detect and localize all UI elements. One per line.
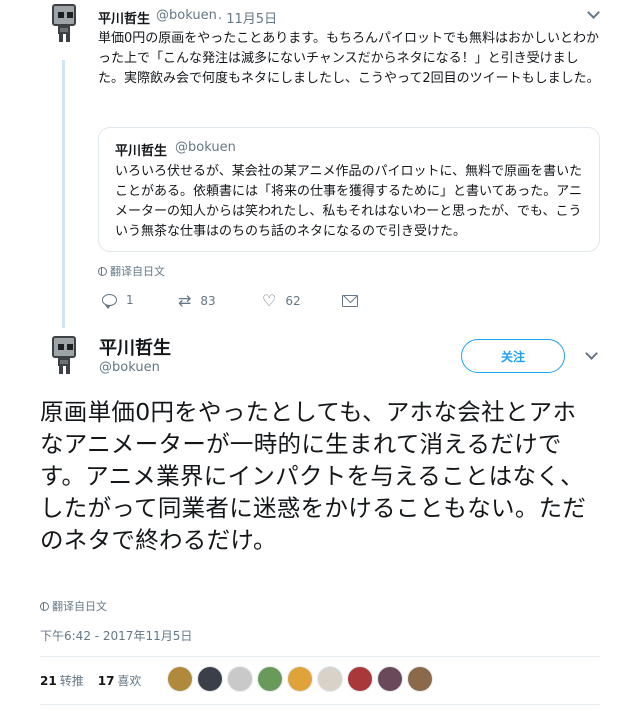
chevron-down-icon[interactable] xyxy=(587,6,600,19)
reply-icon xyxy=(102,294,117,309)
globe-icon xyxy=(40,601,49,611)
follow-button[interactable]: 关注 xyxy=(461,339,565,373)
parent-tweet-date[interactable]: · 11月5日 xyxy=(218,8,277,27)
quoted-tweet[interactable]: 平川哲生 @bokuen いろいろ伏せるが、某会社の某アニメ作品のパイロットに、… xyxy=(98,127,600,252)
thread-line xyxy=(62,60,65,328)
quoted-tweet-text: いろいろ伏せるが、某会社の某アニメ作品のパイロットに、無料で原画を書いたことがあ… xyxy=(115,164,583,239)
retweet-icon: ⇄ xyxy=(178,291,192,310)
liker-avatars xyxy=(167,666,433,692)
avatar[interactable] xyxy=(46,2,86,42)
liker-avatar[interactable] xyxy=(197,666,223,692)
parent-author-handle[interactable]: @bokuen xyxy=(156,8,217,23)
retweet-button[interactable]: ⇄ 83 xyxy=(178,293,216,309)
envelope-icon xyxy=(342,295,358,307)
translate-link[interactable]: 翻译自日文 xyxy=(40,598,107,614)
reply-count: 1 xyxy=(126,293,134,307)
heart-icon: ♡ xyxy=(262,291,277,310)
robot-avatar-icon xyxy=(52,336,76,358)
quoted-author-handle: @bokuen xyxy=(175,140,236,155)
liker-avatar[interactable] xyxy=(227,666,253,692)
avatar[interactable] xyxy=(46,334,86,374)
like-count: 62 xyxy=(285,294,301,308)
liker-avatar[interactable] xyxy=(377,666,403,692)
quoted-author-name: 平川哲生 xyxy=(115,144,168,159)
liker-avatar[interactable] xyxy=(167,666,193,692)
liker-avatar[interactable] xyxy=(287,666,313,692)
retweets-stat-count: 21 xyxy=(40,674,57,688)
parent-tweet-text: 単価0円の原画をやったことあります。もちろんパイロットでも無料はおかしいとわかっ… xyxy=(98,31,600,86)
retweets-stat[interactable]: 21 转推 xyxy=(40,672,84,689)
translate-label: 翻译自日文 xyxy=(52,600,107,613)
liker-avatar[interactable] xyxy=(257,666,283,692)
divider xyxy=(40,704,600,705)
main-author-handle[interactable]: @bokuen xyxy=(99,360,160,375)
likes-stat-label: 喜欢 xyxy=(117,674,142,688)
reply-button[interactable]: 1 xyxy=(102,293,134,309)
parent-author-name[interactable]: 平川哲生 xyxy=(98,8,150,27)
translate-label: 翻译自日文 xyxy=(110,265,165,278)
retweet-count: 83 xyxy=(200,294,216,308)
liker-avatar[interactable] xyxy=(317,666,343,692)
globe-icon xyxy=(98,266,107,276)
divider xyxy=(40,656,600,657)
main-author-name[interactable]: 平川哲生 xyxy=(99,334,171,360)
tweet-timestamp[interactable]: 下午6:42 - 2017年11月5日 xyxy=(40,627,192,644)
liker-avatar[interactable] xyxy=(407,666,433,692)
tweet-stats: 21 转推 17 喜欢 xyxy=(40,672,141,689)
likes-stat-count: 17 xyxy=(97,674,115,688)
retweets-stat-label: 转推 xyxy=(59,674,84,688)
like-button[interactable]: ♡ 62 xyxy=(262,293,301,309)
chevron-down-icon[interactable] xyxy=(585,347,598,360)
liker-avatar[interactable] xyxy=(347,666,373,692)
robot-avatar-icon xyxy=(52,4,76,26)
translate-link[interactable]: 翻译自日文 xyxy=(98,263,165,279)
main-tweet-text: 原画単価0円をやったとしても、アホな会社とアホなアニメーターが一時的に生まれて消… xyxy=(40,398,587,554)
dm-button[interactable] xyxy=(342,295,358,307)
likes-stat[interactable]: 17 喜欢 xyxy=(98,672,142,689)
